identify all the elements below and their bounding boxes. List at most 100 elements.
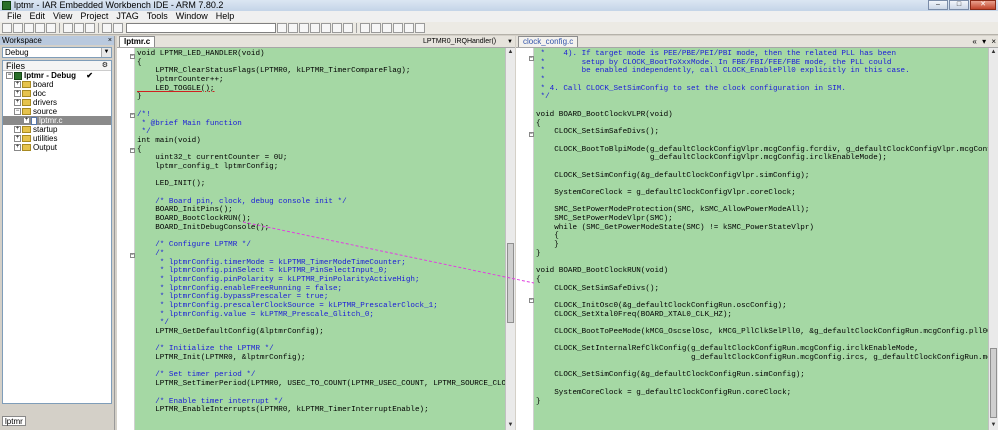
cut-icon[interactable]	[63, 23, 73, 33]
function-navigator[interactable]: LPTMR0_IRQHandler() ▼	[423, 37, 513, 47]
tab-list-icon[interactable]: «	[972, 37, 976, 46]
fold-marker-icon[interactable]: −	[130, 253, 135, 258]
close-tab-icon[interactable]: ×	[991, 37, 996, 46]
editor-tab-bar: clock_config.c « ▾ ×	[516, 36, 998, 48]
tree-item-source[interactable]: − source	[3, 107, 111, 116]
vertical-scrollbar[interactable]: ▲ ▼	[988, 48, 998, 430]
tree-item-output[interactable]: + Output	[3, 143, 111, 152]
window-controls: – □ ✕	[928, 0, 996, 10]
expand-icon[interactable]: +	[14, 90, 21, 97]
settings-icon[interactable]: ⚙	[102, 61, 108, 71]
expand-icon[interactable]: +	[23, 117, 30, 124]
fold-marker-icon[interactable]: −	[130, 113, 135, 118]
code-editor[interactable]: − − − * 4). If target mode is PEE/PBE/PE…	[516, 48, 988, 430]
menu-tools[interactable]: Tools	[143, 11, 172, 22]
tree-item-label: drivers	[33, 98, 58, 107]
find-combo[interactable]	[126, 23, 276, 33]
expand-icon[interactable]: +	[14, 81, 21, 88]
code-line: int main(void)	[137, 136, 201, 145]
editor-gutter[interactable]: − − −	[516, 48, 534, 430]
chevron-down-icon[interactable]: ▼	[101, 48, 111, 57]
tree-item-project[interactable]: − lptmr - Debug ✔	[3, 71, 111, 80]
workspace-close-icon[interactable]: ×	[108, 36, 112, 45]
function-navigator-value: LPTMR0_IRQHandler()	[423, 38, 497, 45]
download-debug-icon[interactable]	[404, 23, 414, 33]
menu-help[interactable]: Help	[212, 11, 239, 22]
go-to-icon[interactable]	[310, 23, 320, 33]
paste-icon[interactable]	[85, 23, 95, 33]
find-icon[interactable]	[277, 23, 287, 33]
stop-build-icon[interactable]	[382, 23, 392, 33]
menu-jtag[interactable]: JTAG	[112, 11, 142, 22]
save-all-icon[interactable]	[35, 23, 45, 33]
menu-project[interactable]: Project	[76, 11, 112, 22]
expand-icon[interactable]: +	[14, 99, 21, 106]
scroll-up-icon[interactable]: ▲	[989, 48, 998, 57]
collapse-icon[interactable]: −	[6, 72, 13, 79]
expand-icon[interactable]: +	[14, 126, 21, 133]
code-line: CLOCK_BootToPeeMode(kMCG_OscselOsc, kMCG…	[536, 328, 988, 336]
tree-item-doc[interactable]: + doc	[3, 89, 111, 98]
breakpoint-icon[interactable]	[393, 23, 403, 33]
compile-icon[interactable]	[360, 23, 370, 33]
menu-window[interactable]: Window	[172, 11, 212, 22]
menu-view[interactable]: View	[49, 11, 76, 22]
chevron-down-icon[interactable]: ▼	[507, 37, 513, 47]
scrollbar-thumb[interactable]	[507, 243, 514, 323]
scrollbar-thumb[interactable]	[990, 348, 997, 418]
tree-item-board[interactable]: + board	[3, 80, 111, 89]
find-previous-icon[interactable]	[299, 23, 309, 33]
fold-marker-icon[interactable]: −	[529, 56, 534, 61]
fold-marker-icon[interactable]: −	[529, 132, 534, 137]
navigate-forward-icon[interactable]	[343, 23, 353, 33]
scroll-up-icon[interactable]: ▲	[506, 48, 515, 57]
navigate-back-icon[interactable]	[332, 23, 342, 33]
workspace-tab-lptmr[interactable]: lptmr	[2, 416, 26, 426]
code-line: CLOCK_SetSimConfig(&g_defaultClockConfig…	[536, 171, 810, 180]
code-line: {	[137, 58, 142, 67]
expand-icon[interactable]: +	[14, 144, 21, 151]
new-file-icon[interactable]	[2, 23, 12, 33]
editor-gutter[interactable]: − − − −	[117, 48, 135, 430]
print-icon[interactable]	[46, 23, 56, 33]
expand-icon[interactable]: +	[14, 135, 21, 142]
open-file-icon[interactable]	[13, 23, 23, 33]
find-next-icon[interactable]	[288, 23, 298, 33]
toolbar	[0, 22, 998, 35]
fold-marker-icon[interactable]: −	[130, 54, 135, 59]
make-icon[interactable]	[371, 23, 381, 33]
tree-item-drivers[interactable]: + drivers	[3, 98, 111, 107]
tree-item-utilities[interactable]: + utilities	[3, 134, 111, 143]
tab-clock-config-c[interactable]: clock_config.c	[518, 36, 579, 47]
vertical-scrollbar[interactable]: ▲ ▼	[505, 48, 515, 430]
debug-without-download-icon[interactable]	[415, 23, 425, 33]
fold-marker-icon[interactable]: −	[130, 148, 135, 153]
menu-file[interactable]: File	[3, 11, 26, 22]
minimize-button[interactable]: –	[928, 0, 948, 10]
chevron-down-icon[interactable]: ▾	[982, 37, 986, 46]
menu-edit[interactable]: Edit	[26, 11, 50, 22]
close-button[interactable]: ✕	[970, 0, 996, 10]
code-editor[interactable]: − − − − void LPTMR_LED_HANDLER(void){ LP…	[117, 48, 505, 430]
bookmark-icon[interactable]	[321, 23, 331, 33]
tree-item-lptmr-c[interactable]: + lptmr.c	[3, 116, 111, 125]
tree-item-startup[interactable]: + startup	[3, 125, 111, 134]
fold-marker-icon[interactable]: −	[529, 298, 534, 303]
code-line: CLOCK_SetXtal0Freq(BOARD_XTAL0_CLK_HZ);	[536, 310, 732, 319]
tab-lptmr-c[interactable]: lptmr.c	[119, 36, 156, 47]
copy-icon[interactable]	[74, 23, 84, 33]
files-column-header: Files ⚙	[3, 61, 111, 71]
maximize-button[interactable]: □	[949, 0, 969, 10]
collapse-icon[interactable]: −	[14, 108, 21, 115]
redo-icon[interactable]	[113, 23, 123, 33]
configuration-select[interactable]: Debug ▼	[2, 47, 112, 58]
scroll-down-icon[interactable]: ▼	[506, 421, 515, 430]
undo-icon[interactable]	[102, 23, 112, 33]
folder-icon	[22, 99, 31, 106]
scroll-down-icon[interactable]: ▼	[989, 421, 998, 430]
save-icon[interactable]	[24, 23, 34, 33]
file-tree: Files ⚙ − lptmr - Debug ✔ + board + doc …	[2, 60, 112, 404]
